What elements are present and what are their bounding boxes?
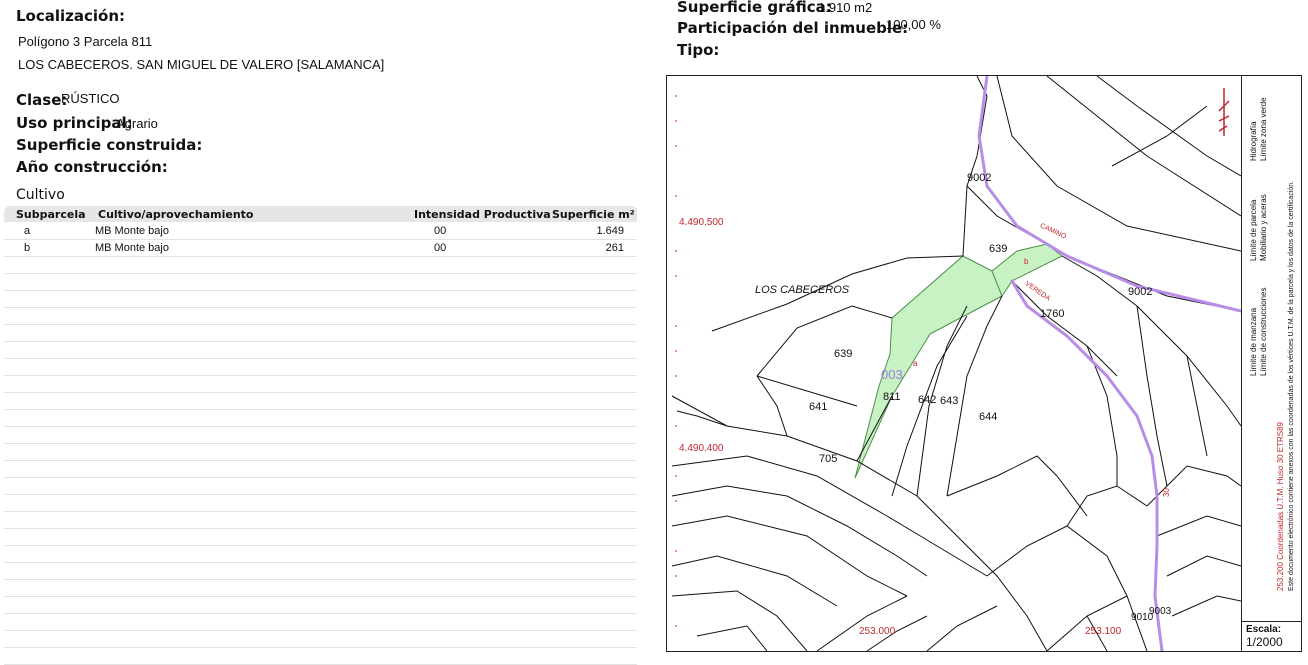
header-intensidad: Intensidad Productiva <box>414 208 551 221</box>
coord-y-1: 4.490.500 <box>679 217 724 228</box>
location-title: Localización: <box>16 7 126 25</box>
table-row <box>4 529 637 546</box>
table-cell: a <box>24 225 31 237</box>
table-row <box>4 495 637 512</box>
parcel-label: 642 <box>918 394 937 406</box>
superficie-grafica-label: Superficie gráfica: <box>677 0 832 16</box>
legend-item: Mobiliario y aceras <box>1259 194 1268 261</box>
header-subparcela: Subparcela <box>16 208 86 221</box>
map-legend: Límite de manzana Límite de parcela Hidr… <box>1241 76 1301 651</box>
stream-south <box>1010 279 1164 651</box>
parcel-label: 643 <box>940 395 959 407</box>
table-row <box>4 461 637 478</box>
table-row <box>4 648 637 665</box>
table-row: b MB Monte bajo 00 261 <box>4 240 637 257</box>
clase-label: Clase: <box>16 91 68 109</box>
table-row <box>4 342 637 359</box>
parcel-label: 644 <box>979 411 998 423</box>
table-row <box>4 614 637 631</box>
table-row <box>4 308 637 325</box>
polygon-number: 003 <box>881 367 903 382</box>
table-row <box>4 444 637 461</box>
parcel-label: 1760 <box>1040 308 1065 320</box>
north-arrow-icon <box>1218 88 1230 136</box>
table-row <box>4 325 637 342</box>
participacion-value: 100,00 % <box>886 17 941 32</box>
table-cell: MB Monte bajo <box>95 225 169 237</box>
legend-item: Hidrografía <box>1249 121 1258 161</box>
parcel-label: 811 <box>883 391 901 403</box>
table-row <box>4 257 637 274</box>
cultivo-table: Subparcela Cultivo/aprovechamiento Inten… <box>4 206 637 665</box>
place-name: LOS CABECEROS <box>755 284 850 296</box>
location-line1: Polígono 3 Parcela 811 <box>18 34 153 49</box>
coord-x-1: 253.000 <box>859 626 896 637</box>
parcel-811-area <box>854 255 1003 479</box>
table-cell: 261 <box>605 242 624 254</box>
header-superficie: Superficie m² <box>552 208 635 221</box>
legend-coords-note: 253.200 Coordenadas U.T.M. Huso 30 ETRS8… <box>1276 422 1285 591</box>
legend-item: Límite de parcela <box>1249 199 1258 261</box>
parcel-label: 705 <box>819 453 838 465</box>
table-header: Subparcela Cultivo/aprovechamiento Inten… <box>4 206 637 222</box>
table-row <box>4 597 637 614</box>
parcel-label: 639 <box>989 243 1008 255</box>
table-row <box>4 410 637 427</box>
table-cell: b <box>24 242 31 254</box>
legend-item: Límite de construcciones <box>1259 287 1268 377</box>
parcel-label: 9002 <box>1128 286 1153 298</box>
legend-item: Límite zona verde <box>1259 97 1268 161</box>
table-row <box>4 376 637 393</box>
road-label: 30 <box>1161 488 1171 497</box>
superficie-construida-label: Superficie construida: <box>16 136 203 154</box>
scale-label: Escala: <box>1246 624 1282 635</box>
parcel-label: 9002 <box>967 172 992 184</box>
table-row <box>4 274 637 291</box>
anio-construccion-label: Año construcción: <box>16 158 168 176</box>
location-line2: LOS CABECEROS. SAN MIGUEL DE VALERO [SAL… <box>18 57 385 72</box>
legend-item: Límite de manzana <box>1249 307 1258 376</box>
header-cultivo: Cultivo/aprovechamiento <box>98 208 254 221</box>
participacion-label: Participación del inmueble: <box>677 19 909 37</box>
parcel-label: 639 <box>834 348 853 360</box>
table-row <box>4 393 637 410</box>
table-row <box>4 631 637 648</box>
legend-divider <box>1242 621 1301 622</box>
table-row <box>4 563 637 580</box>
table-cell: 00 <box>434 242 447 254</box>
table-cell: MB Monte bajo <box>95 242 169 254</box>
cultivo-title: Cultivo <box>16 187 65 203</box>
parcel-label: 641 <box>809 401 828 413</box>
superficie-grafica-value: 1.910 m2 <box>818 0 873 15</box>
legend-doc-note: Este documento electrónico contiene anex… <box>1288 180 1295 591</box>
table-cell: 00 <box>434 225 447 237</box>
table-row <box>4 512 637 529</box>
coord-y-2: 4.490.400 <box>679 443 724 454</box>
tipo-label: Tipo: <box>677 41 720 59</box>
coord-x-2: 253.100 <box>1085 626 1122 637</box>
table-row <box>4 427 637 444</box>
scale-value: 1/2000 <box>1246 635 1283 649</box>
table-cell: 1.649 <box>596 225 624 237</box>
clase-value: RÚSTICO <box>61 91 120 106</box>
map-drawing <box>671 76 1241 651</box>
table-row <box>4 291 637 308</box>
parcel-label: 9010 <box>1131 612 1154 623</box>
cadastral-map: 4.490.500 4.490.400 253.000 253.100 LOS … <box>666 75 1302 652</box>
uso-value: Agrario <box>116 116 158 131</box>
table-row <box>4 580 637 597</box>
table-row <box>4 359 637 376</box>
table-row <box>4 478 637 495</box>
subparcel-label-a: a <box>913 359 918 368</box>
table-row <box>4 546 637 563</box>
subparcel-label-b: b <box>1024 257 1029 266</box>
table-row: a MB Monte bajo 00 1.649 <box>4 223 637 240</box>
